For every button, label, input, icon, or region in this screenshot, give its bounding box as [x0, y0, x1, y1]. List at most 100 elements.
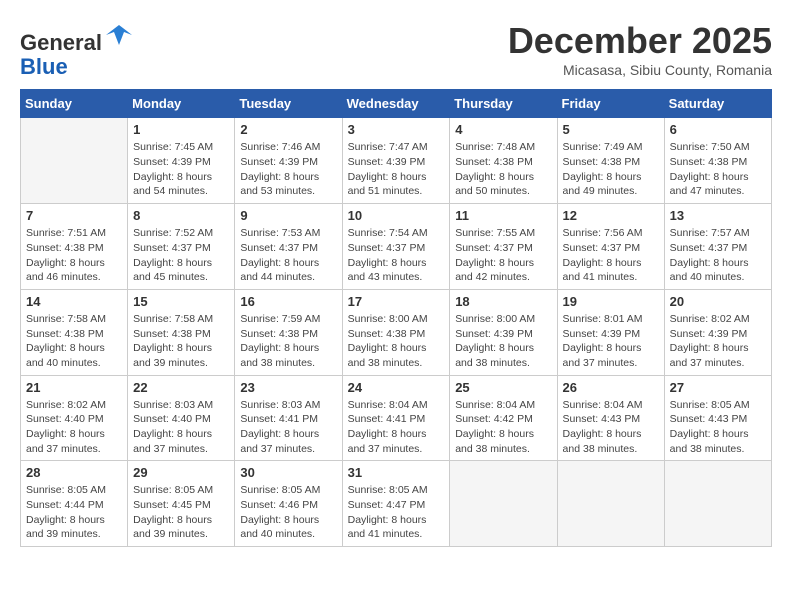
day-info: Sunrise: 7:58 AMSunset: 4:38 PMDaylight:…	[26, 312, 122, 371]
day-number: 26	[563, 380, 659, 395]
calendar-cell: 30Sunrise: 8:05 AMSunset: 4:46 PMDayligh…	[235, 461, 342, 547]
weekday-header-monday: Monday	[128, 90, 235, 118]
day-number: 3	[348, 122, 445, 137]
day-number: 28	[26, 465, 122, 480]
day-info: Sunrise: 7:50 AMSunset: 4:38 PMDaylight:…	[670, 140, 766, 199]
day-number: 9	[240, 208, 336, 223]
day-number: 10	[348, 208, 445, 223]
day-number: 24	[348, 380, 445, 395]
weekday-header-saturday: Saturday	[664, 90, 771, 118]
day-info: Sunrise: 8:00 AMSunset: 4:39 PMDaylight:…	[455, 312, 551, 371]
weekday-header-thursday: Thursday	[450, 90, 557, 118]
day-info: Sunrise: 7:45 AMSunset: 4:39 PMDaylight:…	[133, 140, 229, 199]
calendar-cell: 12 Sunrise: 7:56 AMSunset: 4:37 PMDayligh…	[557, 204, 664, 290]
logo-bird-icon	[104, 20, 134, 50]
day-number: 21	[26, 380, 122, 395]
week-row-3: 14 Sunrise: 7:58 AMSunset: 4:38 PMDayligh…	[21, 289, 772, 375]
day-info: Sunrise: 7:56 AMSunset: 4:37 PMDaylight:…	[563, 226, 659, 285]
weekday-header-friday: Friday	[557, 90, 664, 118]
day-info: Sunrise: 7:58 AMSunset: 4:38 PMDaylight:…	[133, 312, 229, 371]
day-info: Sunrise: 8:01 AMSunset: 4:39 PMDaylight:…	[563, 312, 659, 371]
day-number: 27	[670, 380, 766, 395]
day-info: Sunrise: 8:05 AMSunset: 4:44 PMDaylight:…	[26, 483, 122, 542]
calendar-cell: 16Sunrise: 7:59 AMSunset: 4:38 PMDayligh…	[235, 289, 342, 375]
day-number: 8	[133, 208, 229, 223]
calendar-cell: 7Sunrise: 7:51 AMSunset: 4:38 PMDaylight…	[21, 204, 128, 290]
title-area: December 2025 Micasasa, Sibiu County, Ro…	[508, 20, 772, 78]
calendar-cell: 2 Sunrise: 7:46 AMSunset: 4:39 PMDaylight…	[235, 118, 342, 204]
logo: General Blue	[20, 20, 134, 79]
day-number: 18	[455, 294, 551, 309]
day-info: Sunrise: 7:54 AMSunset: 4:37 PMDaylight:…	[348, 226, 445, 285]
day-info: Sunrise: 7:48 AMSunset: 4:38 PMDaylight:…	[455, 140, 551, 199]
calendar-cell: 31Sunrise: 8:05 AMSunset: 4:47 PMDayligh…	[342, 461, 450, 547]
calendar-cell	[450, 461, 557, 547]
weekday-header-wednesday: Wednesday	[342, 90, 450, 118]
day-number: 5	[563, 122, 659, 137]
calendar-cell: 18 Sunrise: 8:00 AMSunset: 4:39 PMDayligh…	[450, 289, 557, 375]
calendar-cell: 22Sunrise: 8:03 AMSunset: 4:40 PMDayligh…	[128, 375, 235, 461]
calendar-cell: 21 Sunrise: 8:02 AMSunset: 4:40 PMDayligh…	[21, 375, 128, 461]
calendar-cell: 24 Sunrise: 8:04 AMSunset: 4:41 PMDayligh…	[342, 375, 450, 461]
day-number: 6	[670, 122, 766, 137]
day-number: 14	[26, 294, 122, 309]
calendar-cell: 29 Sunrise: 8:05 AMSunset: 4:45 PMDayligh…	[128, 461, 235, 547]
logo-blue: Blue	[20, 54, 68, 79]
calendar-cell: 15 Sunrise: 7:58 AMSunset: 4:38 PMDayligh…	[128, 289, 235, 375]
day-number: 31	[348, 465, 445, 480]
weekday-header-row: SundayMondayTuesdayWednesdayThursdayFrid…	[21, 90, 772, 118]
day-number: 17	[348, 294, 445, 309]
day-number: 23	[240, 380, 336, 395]
day-info: Sunrise: 7:47 AMSunset: 4:39 PMDaylight:…	[348, 140, 445, 199]
weekday-header-sunday: Sunday	[21, 90, 128, 118]
calendar-cell: 25Sunrise: 8:04 AMSunset: 4:42 PMDayligh…	[450, 375, 557, 461]
day-info: Sunrise: 8:03 AMSunset: 4:40 PMDaylight:…	[133, 398, 229, 457]
day-info: Sunrise: 8:05 AMSunset: 4:43 PMDaylight:…	[670, 398, 766, 457]
calendar-cell: 28 Sunrise: 8:05 AMSunset: 4:44 PMDayligh…	[21, 461, 128, 547]
day-number: 30	[240, 465, 336, 480]
day-number: 15	[133, 294, 229, 309]
week-row-5: 28 Sunrise: 8:05 AMSunset: 4:44 PMDayligh…	[21, 461, 772, 547]
calendar-cell	[664, 461, 771, 547]
day-info: Sunrise: 7:57 AMSunset: 4:37 PMDaylight:…	[670, 226, 766, 285]
day-info: Sunrise: 7:59 AMSunset: 4:38 PMDaylight:…	[240, 312, 336, 371]
calendar-cell: 8 Sunrise: 7:52 AMSunset: 4:37 PMDaylight…	[128, 204, 235, 290]
calendar-cell: 20Sunrise: 8:02 AMSunset: 4:39 PMDayligh…	[664, 289, 771, 375]
calendar-cell: 10 Sunrise: 7:54 AMSunset: 4:37 PMDayligh…	[342, 204, 450, 290]
day-number: 13	[670, 208, 766, 223]
week-row-1: 1 Sunrise: 7:45 AMSunset: 4:39 PMDaylight…	[21, 118, 772, 204]
day-number: 12	[563, 208, 659, 223]
day-info: Sunrise: 8:04 AMSunset: 4:42 PMDaylight:…	[455, 398, 551, 457]
calendar-cell: 5 Sunrise: 7:49 AMSunset: 4:38 PMDaylight…	[557, 118, 664, 204]
header: General Blue December 2025 Micasasa, Sib…	[20, 20, 772, 79]
weekday-header-tuesday: Tuesday	[235, 90, 342, 118]
week-row-4: 21 Sunrise: 8:02 AMSunset: 4:40 PMDayligh…	[21, 375, 772, 461]
calendar-cell	[557, 461, 664, 547]
location: Micasasa, Sibiu County, Romania	[508, 62, 772, 78]
day-info: Sunrise: 7:46 AMSunset: 4:39 PMDaylight:…	[240, 140, 336, 199]
calendar-cell: 23Sunrise: 8:03 AMSunset: 4:41 PMDayligh…	[235, 375, 342, 461]
calendar-cell: 27 Sunrise: 8:05 AMSunset: 4:43 PMDayligh…	[664, 375, 771, 461]
calendar-cell: 17Sunrise: 8:00 AMSunset: 4:38 PMDayligh…	[342, 289, 450, 375]
day-number: 11	[455, 208, 551, 223]
day-info: Sunrise: 8:04 AMSunset: 4:43 PMDaylight:…	[563, 398, 659, 457]
day-number: 29	[133, 465, 229, 480]
calendar-cell: 9Sunrise: 7:53 AMSunset: 4:37 PMDaylight…	[235, 204, 342, 290]
calendar-cell: 11Sunrise: 7:55 AMSunset: 4:37 PMDayligh…	[450, 204, 557, 290]
day-number: 1	[133, 122, 229, 137]
day-info: Sunrise: 8:04 AMSunset: 4:41 PMDaylight:…	[348, 398, 445, 457]
day-info: Sunrise: 7:49 AMSunset: 4:38 PMDaylight:…	[563, 140, 659, 199]
month-title: December 2025	[508, 20, 772, 62]
day-info: Sunrise: 8:02 AMSunset: 4:40 PMDaylight:…	[26, 398, 122, 457]
day-info: Sunrise: 7:51 AMSunset: 4:38 PMDaylight:…	[26, 226, 122, 285]
day-number: 19	[563, 294, 659, 309]
day-info: Sunrise: 7:52 AMSunset: 4:37 PMDaylight:…	[133, 226, 229, 285]
day-number: 4	[455, 122, 551, 137]
day-number: 2	[240, 122, 336, 137]
calendar-cell: 6 Sunrise: 7:50 AMSunset: 4:38 PMDaylight…	[664, 118, 771, 204]
calendar-cell: 1 Sunrise: 7:45 AMSunset: 4:39 PMDaylight…	[128, 118, 235, 204]
day-info: Sunrise: 8:02 AMSunset: 4:39 PMDaylight:…	[670, 312, 766, 371]
logo-general: General	[20, 30, 102, 55]
calendar-cell: 3 Sunrise: 7:47 AMSunset: 4:39 PMDaylight…	[342, 118, 450, 204]
day-info: Sunrise: 8:05 AMSunset: 4:45 PMDaylight:…	[133, 483, 229, 542]
